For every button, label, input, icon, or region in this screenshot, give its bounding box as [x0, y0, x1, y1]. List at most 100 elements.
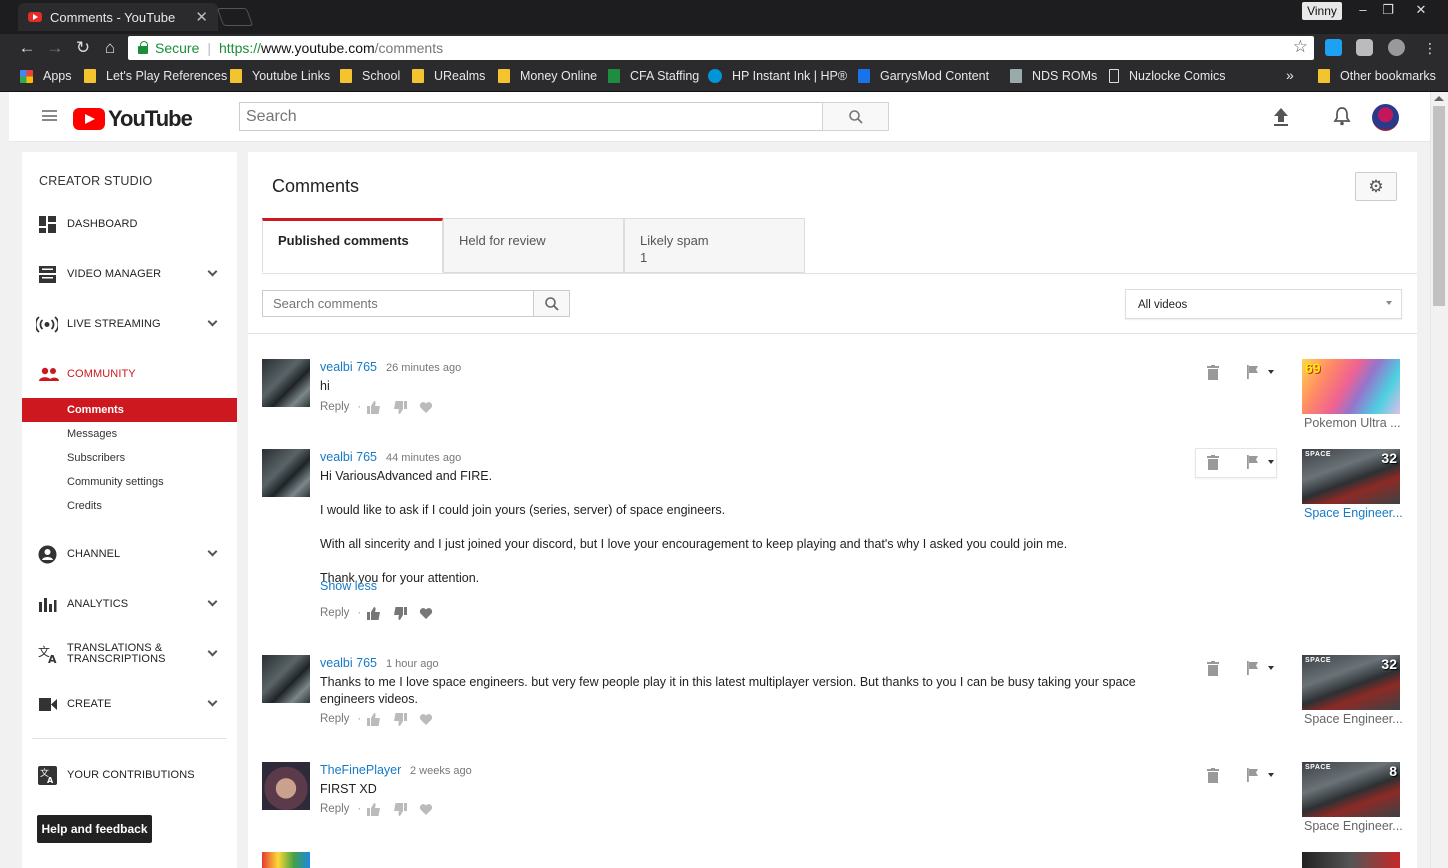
reply-button[interactable]: Reply — [320, 401, 349, 413]
video-thumbnail[interactable]: 69 — [1302, 359, 1400, 414]
bookmark-folder[interactable]: Money Online — [498, 69, 597, 83]
thumbs-down-icon[interactable] — [393, 606, 408, 620]
video-title[interactable]: Space Engineer... — [1304, 506, 1404, 520]
close-window-button[interactable]: ✕ — [1406, 0, 1436, 20]
upload-icon[interactable] — [1271, 106, 1291, 128]
thumbs-up-icon[interactable] — [367, 400, 381, 414]
sidebar-item-community[interactable]: COMMUNITY — [22, 359, 237, 389]
sidebar-item-translations[interactable]: 文A TRANSLATIONS & TRANSCRIPTIONS — [22, 639, 237, 669]
tab-published-comments[interactable]: Published comments — [262, 218, 443, 273]
thumbs-down-icon[interactable] — [393, 802, 408, 816]
trash-icon[interactable] — [1207, 661, 1219, 676]
video-filter-select[interactable]: All videos — [1125, 289, 1402, 319]
flag-menu-icon[interactable] — [1247, 455, 1275, 469]
chevron-down-icon[interactable] — [207, 696, 218, 707]
sidebar-item-channel[interactable]: CHANNEL — [22, 539, 237, 569]
sidebar-sub-messages[interactable]: Messages — [22, 422, 237, 446]
chevron-down-icon[interactable] — [207, 316, 218, 327]
extension-icon-2[interactable] — [1388, 39, 1405, 56]
chevron-down-icon[interactable] — [207, 646, 218, 657]
scrollbar-thumb[interactable] — [1433, 106, 1445, 306]
sidebar-item-video-manager[interactable]: VIDEO MANAGER — [22, 259, 237, 289]
heart-icon[interactable] — [419, 713, 433, 726]
chevron-down-icon[interactable] — [207, 546, 218, 557]
comment-time[interactable]: 2 weeks ago — [410, 765, 472, 777]
account-avatar[interactable] — [1372, 104, 1399, 131]
scroll-up-arrow-icon[interactable] — [1434, 96, 1444, 101]
twitter-extension-icon[interactable] — [1325, 39, 1342, 56]
flag-menu-icon[interactable] — [1247, 365, 1275, 379]
thumbs-down-icon[interactable] — [393, 712, 408, 726]
bookmark-apps[interactable]: Apps — [20, 69, 72, 83]
notifications-bell-icon[interactable] — [1333, 106, 1351, 126]
comment-time[interactable]: 26 minutes ago — [386, 362, 461, 374]
settings-button[interactable]: ⚙ — [1355, 172, 1397, 201]
bookmark-link[interactable]: GarrysMod Content A — [858, 69, 992, 83]
tab-held-for-review[interactable]: Held for review — [443, 218, 624, 273]
video-thumbnail[interactable]: SPACE 32 — [1302, 449, 1400, 504]
video-title[interactable]: Space Engineer... — [1304, 819, 1404, 833]
back-arrow-icon[interactable]: ← — [17, 38, 37, 58]
commenter-avatar[interactable] — [262, 852, 310, 868]
comment-author[interactable]: vealbi 765 — [320, 450, 377, 464]
reply-button[interactable]: Reply — [320, 713, 349, 725]
extension-icon[interactable] — [1356, 39, 1373, 56]
heart-icon[interactable] — [419, 803, 433, 816]
commenter-avatar[interactable] — [262, 655, 310, 703]
thumbs-down-icon[interactable] — [393, 400, 408, 414]
other-bookmarks[interactable]: Other bookmarks — [1318, 69, 1436, 83]
bookmark-folder[interactable]: Youtube Links — [230, 69, 330, 83]
thumbs-up-icon[interactable] — [367, 712, 381, 726]
forward-arrow-icon[interactable]: → — [45, 38, 65, 58]
video-thumbnail[interactable]: SPACE 32 — [1302, 655, 1400, 710]
browser-tab[interactable]: Comments - YouTube ✕ — [18, 3, 218, 31]
comment-time[interactable]: 44 minutes ago — [386, 452, 461, 464]
trash-icon[interactable] — [1207, 455, 1219, 470]
guide-menu-icon[interactable] — [42, 110, 57, 121]
bookmark-link[interactable]: HP Instant Ink | HP® — [708, 69, 847, 83]
bookmark-folder[interactable]: Let's Play References — [84, 69, 227, 83]
sidebar-item-create[interactable]: CREATE — [22, 689, 237, 719]
comment-author[interactable]: vealbi 765 — [320, 656, 377, 670]
reply-button[interactable]: Reply — [320, 803, 349, 815]
home-icon[interactable]: ⌂ — [100, 38, 120, 58]
comment-author[interactable]: vealbi 765 — [320, 360, 377, 374]
show-less-link[interactable]: Show less — [320, 579, 377, 593]
chevron-down-icon[interactable] — [207, 266, 218, 277]
thumbs-up-icon[interactable] — [367, 606, 381, 620]
commenter-avatar[interactable] — [262, 449, 310, 497]
trash-icon[interactable] — [1207, 365, 1219, 380]
bookmark-link[interactable]: Nuzlocke Comics — [1109, 69, 1226, 83]
chevron-down-icon[interactable] — [207, 596, 218, 607]
tab-likely-spam[interactable]: Likely spam 1 — [624, 218, 805, 273]
restore-button[interactable]: ❐ — [1373, 0, 1403, 20]
sidebar-sub-community-settings[interactable]: Community settings — [22, 470, 237, 494]
sidebar-item-live-streaming[interactable]: LIVE STREAMING — [22, 309, 237, 339]
heart-icon[interactable] — [419, 607, 433, 620]
bookmark-link[interactable]: CFA Staffing — [608, 69, 699, 83]
comment-author[interactable]: TheFinePlayer — [320, 763, 401, 777]
sidebar-item-your-contributions[interactable]: 文A YOUR CONTRIBUTIONS — [22, 760, 237, 790]
bookmarks-overflow-button[interactable]: » — [1286, 67, 1294, 83]
video-thumbnail[interactable] — [1302, 852, 1400, 868]
trash-icon[interactable] — [1207, 768, 1219, 783]
thumbs-up-icon[interactable] — [367, 802, 381, 816]
chrome-menu-icon[interactable]: ⋮ — [1420, 38, 1440, 58]
youtube-logo[interactable]: YouTube — [73, 106, 193, 132]
tab-close-icon[interactable]: ✕ — [195, 8, 208, 26]
new-tab-button[interactable] — [216, 8, 254, 26]
search-button[interactable] — [822, 102, 889, 131]
sidebar-item-dashboard[interactable]: DASHBOARD — [22, 209, 237, 239]
bookmark-folder[interactable]: School — [340, 69, 400, 83]
sidebar-sub-subscribers[interactable]: Subscribers — [22, 446, 237, 470]
reply-button[interactable]: Reply — [320, 607, 349, 619]
bookmark-link[interactable]: NDS ROMs — [1010, 69, 1097, 83]
heart-icon[interactable] — [419, 401, 433, 414]
video-thumbnail[interactable]: SPACE 8 — [1302, 762, 1400, 817]
sidebar-item-analytics[interactable]: ANALYTICS — [22, 589, 237, 619]
flag-menu-icon[interactable] — [1247, 768, 1275, 782]
video-title[interactable]: Space Engineer... — [1304, 712, 1404, 726]
comment-time[interactable]: 1 hour ago — [386, 658, 439, 670]
commenter-avatar[interactable] — [262, 762, 310, 810]
video-title[interactable]: Pokemon Ultra ... — [1304, 416, 1404, 430]
